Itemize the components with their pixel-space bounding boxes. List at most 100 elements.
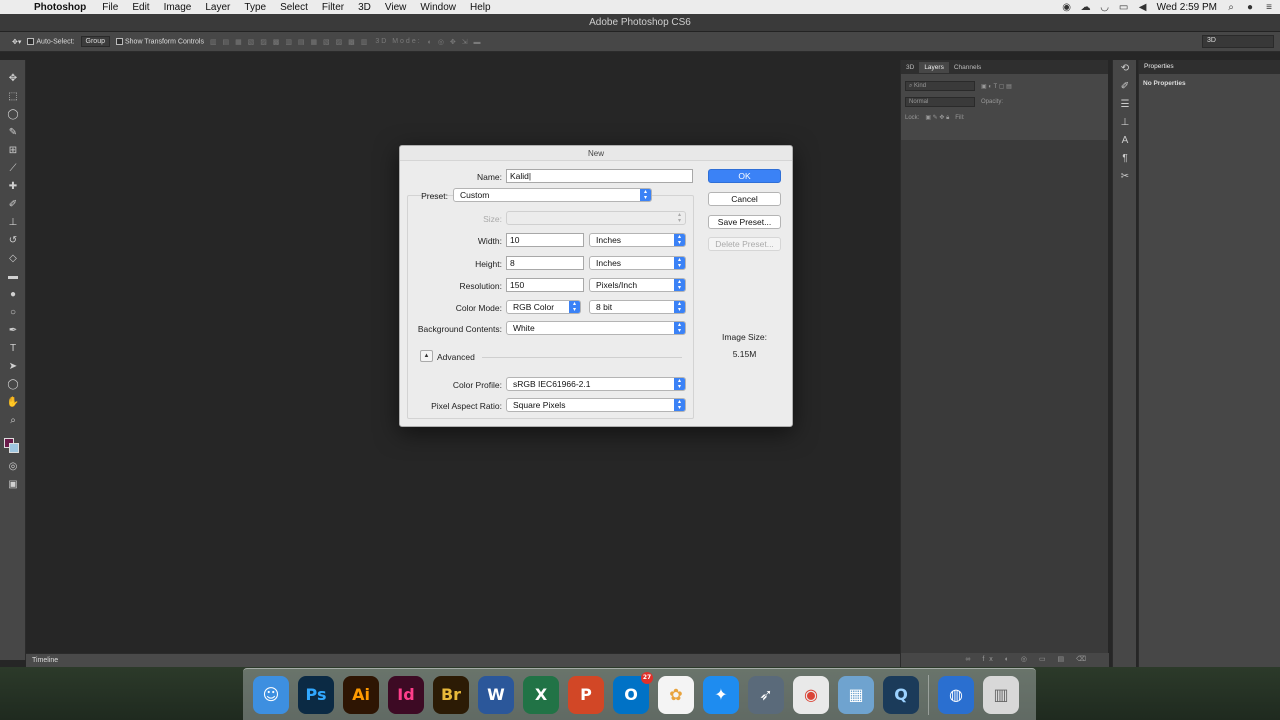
siri-icon[interactable]: ● xyxy=(1245,2,1255,13)
finder-icon[interactable]: ☺ xyxy=(253,675,289,714)
safari-icon[interactable]: ✦ xyxy=(703,675,739,714)
background-color-swatch[interactable] xyxy=(9,443,19,453)
menu-app-name[interactable]: Photoshop xyxy=(26,2,95,13)
advanced-toggle[interactable]: ▲ xyxy=(420,350,433,362)
pixel-aspect-select[interactable]: Square Pixels ▴ ▾ xyxy=(506,398,686,412)
airplay-icon[interactable]: ▭ xyxy=(1119,2,1129,13)
illustrator-icon[interactable]: Ai xyxy=(343,675,379,714)
transform-controls-checkbox[interactable]: Show Transform Controls xyxy=(116,37,204,45)
record-icon[interactable]: ◉ xyxy=(1062,2,1072,13)
menu-filter[interactable]: Filter xyxy=(315,2,351,13)
search-icon[interactable]: ⌕ xyxy=(1226,2,1236,13)
lasso-tool-icon[interactable]: ◯ xyxy=(5,108,21,122)
brush-presets-icon[interactable]: ✐ xyxy=(1113,78,1137,96)
dodge-tool-icon[interactable]: ○ xyxy=(5,306,21,320)
clock[interactable]: Wed 2:59 PM xyxy=(1157,2,1217,13)
photos-icon[interactable]: ✿ xyxy=(658,675,694,714)
tools-panel-icon[interactable]: ✂ xyxy=(1113,168,1137,186)
menu-edit[interactable]: Edit xyxy=(125,2,156,13)
height-input[interactable]: 8 xyxy=(506,256,584,270)
width-input[interactable]: 10 xyxy=(506,233,584,247)
name-input-value: Kalid xyxy=(510,171,529,181)
name-input[interactable]: Kalid| xyxy=(506,169,693,183)
word-icon[interactable]: W xyxy=(478,675,514,714)
zoom-tool-icon[interactable]: ⌕ xyxy=(5,414,21,428)
tab-channels[interactable]: Channels xyxy=(949,62,986,73)
wifi-icon[interactable]: ◡ xyxy=(1100,2,1110,13)
group-select[interactable]: Group xyxy=(80,36,110,47)
history-brush-tool-icon[interactable]: ↺ xyxy=(5,234,21,248)
gradient-tool-icon[interactable]: ▬ xyxy=(5,270,21,284)
history-panel-icon[interactable]: ⟲ xyxy=(1113,60,1137,78)
eyedropper-tool-icon[interactable]: ⟋ xyxy=(5,162,21,176)
workspace-select[interactable]: 3D xyxy=(1202,35,1274,48)
paragraph-panel-icon[interactable]: ¶ xyxy=(1113,150,1137,168)
pen-tool-icon[interactable]: ✒ xyxy=(5,324,21,338)
powerpoint-icon[interactable]: P xyxy=(568,675,604,714)
tab-3d[interactable]: 3D xyxy=(901,62,919,73)
path-select-tool-icon[interactable]: ➤ xyxy=(5,360,21,374)
menu-layer[interactable]: Layer xyxy=(198,2,237,13)
trash-icon[interactable]: ▥ xyxy=(983,675,1019,714)
character-panel-icon[interactable]: A xyxy=(1113,132,1137,150)
preset-select[interactable]: Custom ▴ ▾ xyxy=(453,188,652,202)
timeline-panel[interactable]: Timeline xyxy=(26,653,900,667)
type-tool-icon[interactable]: T xyxy=(5,342,21,356)
creative-cloud-icon[interactable]: ☁ xyxy=(1081,2,1091,13)
move-tool-icon[interactable]: ✥ xyxy=(5,72,21,86)
ok-button[interactable]: OK xyxy=(708,169,781,183)
brush-tool-icon[interactable]: ✐ xyxy=(5,198,21,212)
quick-mask-icon[interactable]: ◎ xyxy=(5,460,21,474)
tab-properties[interactable]: Properties xyxy=(1139,60,1280,74)
notification-center-icon[interactable]: ≡ xyxy=(1264,2,1274,13)
color-mode-select[interactable]: RGB Color ▴ ▾ xyxy=(506,300,581,314)
stamp-tool-icon[interactable]: ⊥ xyxy=(5,216,21,230)
move-tool-icon[interactable]: ✥▾ xyxy=(12,38,21,46)
blend-mode-select[interactable]: Normal xyxy=(905,97,975,107)
menu-image[interactable]: Image xyxy=(157,2,199,13)
cancel-button[interactable]: Cancel xyxy=(708,192,781,206)
quicktime-icon[interactable]: Q xyxy=(883,675,919,714)
blur-tool-icon[interactable]: ● xyxy=(5,288,21,302)
menu-select[interactable]: Select xyxy=(273,2,315,13)
tab-layers[interactable]: Layers xyxy=(919,61,949,73)
indesign-icon[interactable]: Id xyxy=(388,675,424,714)
screen-mode-icon[interactable]: ▣ xyxy=(5,478,21,492)
photoshop-icon[interactable]: Ps xyxy=(298,675,334,714)
auto-select-checkbox[interactable]: Auto-Select: xyxy=(27,37,75,45)
resolution-input[interactable]: 150 xyxy=(506,278,584,292)
tool-presets-icon[interactable]: ⊥ xyxy=(1113,114,1137,132)
menu-file[interactable]: File xyxy=(95,2,125,13)
color-profile-select[interactable]: sRGB IEC61966-2.1 ▴ ▾ xyxy=(506,377,686,391)
outlook-icon[interactable]: O 27 xyxy=(613,671,653,714)
layer-kind-filter[interactable]: ⌕ Kind xyxy=(905,81,975,91)
chrome-icon[interactable]: ◉ xyxy=(793,675,829,714)
bridge-icon[interactable]: Br xyxy=(433,675,469,714)
menu-window[interactable]: Window xyxy=(413,2,463,13)
save-preset-button[interactable]: Save Preset... xyxy=(708,215,781,229)
width-unit-select[interactable]: Inches ▴ ▾ xyxy=(589,233,686,247)
volume-icon[interactable]: ◀ xyxy=(1138,2,1148,13)
shape-tool-icon[interactable]: ◯ xyxy=(5,378,21,392)
hand-tool-icon[interactable]: ✋ xyxy=(5,396,21,410)
healing-tool-icon[interactable]: ✚ xyxy=(5,180,21,194)
preview-icon[interactable]: ▦ xyxy=(838,675,874,714)
crop-tool-icon[interactable]: ⊞ xyxy=(5,144,21,158)
eraser-tool-icon[interactable]: ◇ xyxy=(5,252,21,266)
layers-footer-icons[interactable]: ∞ fx ◐ ◎ ▭ ▤ ⌫ xyxy=(901,653,1109,667)
quick-select-tool-icon[interactable]: ✎ xyxy=(5,126,21,140)
menu-view[interactable]: View xyxy=(378,2,414,13)
lock-icons[interactable]: ▣ ✎ ✥ 🔒︎ xyxy=(925,114,949,122)
excel-icon[interactable]: X xyxy=(523,675,559,714)
menu-3d[interactable]: 3D xyxy=(351,2,378,13)
background-contents-select[interactable]: White ▴ ▾ xyxy=(506,321,686,335)
menu-type[interactable]: Type xyxy=(237,2,273,13)
network-icon[interactable]: ◍ xyxy=(938,675,974,714)
resolution-unit-select[interactable]: Pixels/Inch ▴ ▾ xyxy=(589,278,686,292)
launchpad-icon[interactable]: ➶ xyxy=(748,675,784,714)
bit-depth-select[interactable]: 8 bit ▴ ▾ xyxy=(589,300,686,314)
adjustments-icon[interactable]: ☰ xyxy=(1113,96,1137,114)
menu-help[interactable]: Help xyxy=(463,2,498,13)
height-unit-select[interactable]: Inches ▴ ▾ xyxy=(589,256,686,270)
marquee-tool-icon[interactable]: ⬚ xyxy=(5,90,21,104)
